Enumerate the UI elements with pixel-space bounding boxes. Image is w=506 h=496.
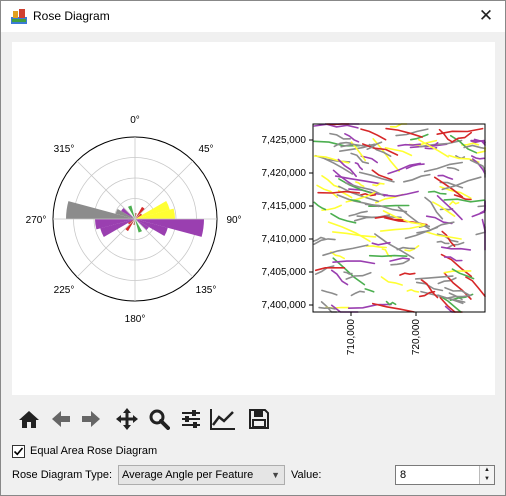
angle-label-90: 90° bbox=[226, 215, 241, 226]
pan-button[interactable] bbox=[113, 403, 141, 435]
angle-label-135: 135° bbox=[196, 285, 217, 296]
forward-arrow-icon bbox=[82, 411, 100, 427]
y-tick-label: 7,415,000 bbox=[262, 201, 307, 212]
spin-buttons: ▲ ▼ bbox=[479, 466, 494, 484]
x-tick-label: 710,000 bbox=[346, 319, 357, 356]
y-tick-label: 7,405,000 bbox=[262, 267, 307, 278]
equal-area-option[interactable]: Equal Area Rose Diagram bbox=[12, 443, 157, 459]
close-icon: ✕ bbox=[478, 6, 494, 25]
save-icon bbox=[249, 409, 269, 429]
y-tick-label: 7,410,000 bbox=[262, 234, 307, 245]
edit-axis-icon bbox=[210, 409, 235, 430]
map-y-ticks: 7,425,000 7,420,000 7,415,000 7,410,000 … bbox=[262, 135, 313, 311]
angle-label-0: 0° bbox=[130, 115, 140, 126]
figure-canvas: 0° 45° 90° 135° 180° 225° 270° 315° 7,42… bbox=[12, 42, 495, 395]
x-tick-label: 720,000 bbox=[411, 319, 422, 356]
angle-label-180: 180° bbox=[125, 314, 146, 325]
y-tick-label: 7,400,000 bbox=[262, 300, 307, 311]
chevron-down-icon: ▼ bbox=[271, 470, 280, 480]
rose-type-label: Rose Diagram Type: bbox=[12, 469, 113, 481]
save-button[interactable] bbox=[245, 403, 273, 435]
title-bar: Rose Diagram ✕ bbox=[1, 1, 505, 32]
window-title: Rose Diagram bbox=[33, 9, 110, 23]
rose-diagram-window: Rose Diagram ✕ 0° 45° 90° 135° 180° 225°… bbox=[0, 0, 506, 496]
figure-svg: 0° 45° 90° 135° 180° 225° 270° 315° 7,42… bbox=[26, 115, 486, 355]
value-spinbox[interactable]: 8 ▲ ▼ bbox=[395, 465, 495, 485]
spin-up-button[interactable]: ▲ bbox=[480, 466, 494, 475]
equal-area-label: Equal Area Rose Diagram bbox=[30, 445, 158, 457]
map-x-ticks: 710,000 720,000 bbox=[346, 312, 422, 355]
zoom-button[interactable] bbox=[145, 403, 173, 435]
angle-label-315: 315° bbox=[54, 144, 75, 155]
rose-type-select[interactable]: Average Angle per Feature ▼ bbox=[118, 465, 285, 485]
back-arrow-icon bbox=[52, 411, 70, 427]
home-button[interactable] bbox=[15, 403, 43, 435]
back-button[interactable] bbox=[47, 403, 75, 435]
y-tick-label: 7,420,000 bbox=[262, 168, 307, 179]
map-feature-line bbox=[368, 254, 408, 258]
spin-down-button[interactable]: ▼ bbox=[480, 475, 494, 484]
rose-type-value: Average Angle per Feature bbox=[122, 469, 254, 481]
forward-button[interactable] bbox=[77, 403, 105, 435]
angle-label-45: 45° bbox=[198, 144, 213, 155]
close-button[interactable]: ✕ bbox=[467, 1, 505, 32]
configure-subplots-icon bbox=[182, 410, 200, 428]
value-label: Value: bbox=[291, 469, 322, 481]
zoom-icon bbox=[149, 409, 170, 430]
edit-axis-button[interactable] bbox=[209, 403, 237, 435]
configure-subplots-button[interactable] bbox=[177, 403, 205, 435]
pan-icon bbox=[116, 408, 138, 430]
y-tick-label: 7,425,000 bbox=[262, 135, 307, 146]
rose-spokes bbox=[53, 137, 217, 301]
equal-area-checkbox[interactable] bbox=[12, 444, 25, 458]
rose-diagram: 0° 45° 90° 135° 180° 225° 270° 315° bbox=[26, 115, 242, 325]
home-icon bbox=[19, 411, 39, 428]
checkmark-icon bbox=[13, 446, 24, 455]
value-input[interactable]: 8 bbox=[400, 469, 406, 481]
app-icon bbox=[11, 9, 27, 24]
feature-map: 7,425,000 7,420,000 7,415,000 7,410,000 … bbox=[262, 123, 486, 355]
angle-label-225: 225° bbox=[54, 285, 75, 296]
angle-label-270: 270° bbox=[26, 215, 47, 226]
